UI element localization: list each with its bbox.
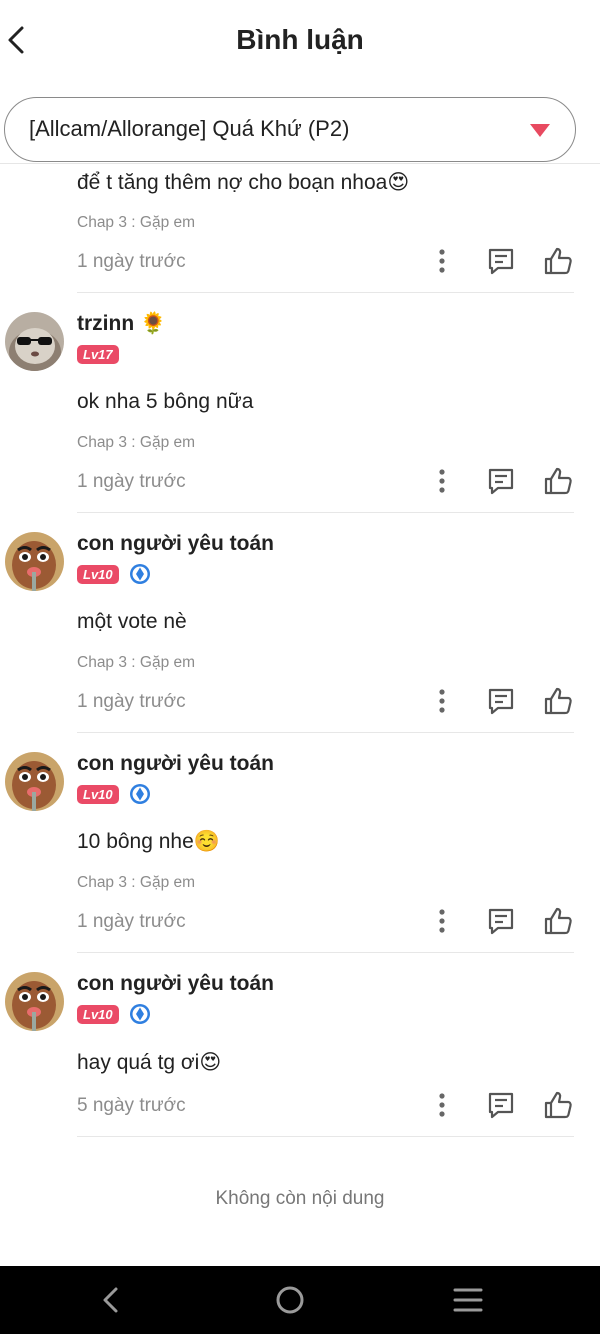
comment-chapter[interactable]: Chap 3 : Gặp em <box>77 214 195 232</box>
reply-button[interactable] <box>484 464 518 498</box>
comment-text: 10 bông nhe☺️ <box>77 830 220 853</box>
thumbs-up-icon <box>544 687 572 715</box>
end-of-list-message: Không còn nội dung <box>215 1188 385 1209</box>
more-vertical-icon <box>439 1093 445 1117</box>
comment-divider <box>77 292 574 293</box>
comment-time: 5 ngày trước <box>77 1095 186 1116</box>
like-button[interactable] <box>541 904 575 938</box>
more-button[interactable] <box>425 244 459 278</box>
avatar[interactable] <box>5 312 64 371</box>
comment-text: để t tăng thêm nợ cho boạn nhoa😍 <box>77 171 410 194</box>
comment-username[interactable]: con người yêu toán <box>77 752 274 776</box>
cat-with-sunglasses-avatar <box>5 312 64 371</box>
comment-icon <box>488 688 514 715</box>
page-title: Bình luận <box>236 24 364 55</box>
thumbs-up-icon <box>544 1091 572 1119</box>
more-vertical-icon <box>439 469 445 493</box>
more-button[interactable] <box>425 904 459 938</box>
thumbs-up-icon <box>544 247 572 275</box>
comment-text: một vote nè <box>77 610 187 633</box>
top-bar: Bình luận <box>0 0 600 86</box>
user-badges: Lv10 <box>77 564 151 584</box>
nav-home-button[interactable] <box>270 1280 310 1320</box>
comment-icon <box>488 468 514 495</box>
comment-divider <box>77 952 574 953</box>
like-button[interactable] <box>541 684 575 718</box>
reply-button[interactable] <box>484 244 518 278</box>
comment-username[interactable]: trzinn 🌻 <box>77 312 166 336</box>
reply-button[interactable] <box>484 684 518 718</box>
system-nav-bar <box>0 1266 600 1334</box>
comment-time: 1 ngày trước <box>77 471 186 492</box>
reply-button[interactable] <box>484 904 518 938</box>
comment-icon <box>488 248 514 275</box>
divider <box>0 163 600 164</box>
comment-time: 1 ngày trước <box>77 911 186 932</box>
reply-button[interactable] <box>484 1088 518 1122</box>
comment-time: 1 ngày trước <box>77 691 186 712</box>
comment-username[interactable]: con người yêu toán <box>77 972 274 996</box>
more-button[interactable] <box>425 464 459 498</box>
comment-divider <box>77 732 574 733</box>
like-button[interactable] <box>541 464 575 498</box>
nav-menu-icon <box>453 1288 483 1312</box>
comment-text: ok nha 5 bông nữa <box>77 390 254 413</box>
comment-username[interactable]: con người yêu toán <box>77 532 274 556</box>
story-selector-dropdown[interactable]: [Allcam/Allorange] Quá Khứ (P2) <box>4 97 576 162</box>
thumbs-up-icon <box>544 467 572 495</box>
more-vertical-icon <box>439 909 445 933</box>
more-button[interactable] <box>425 684 459 718</box>
comment-chapter[interactable]: Chap 3 : Gặp em <box>77 434 195 452</box>
comment-icon <box>488 1092 514 1119</box>
avatar[interactable] <box>5 532 64 591</box>
nav-menu-button[interactable] <box>448 1280 488 1320</box>
level-badge: Lv10 <box>77 1004 119 1024</box>
level-badge: Lv10 <box>77 564 119 584</box>
user-badges: Lv10 <box>77 1004 151 1024</box>
comment-divider <box>77 512 574 513</box>
user-badges: Lv17 <box>77 344 119 364</box>
comment-divider <box>77 1136 574 1137</box>
level-badge: Lv17 <box>77 344 119 364</box>
comment-text: hay quá tg ơi😍 <box>77 1051 222 1074</box>
avatar[interactable] <box>5 752 64 811</box>
cartoon-face-avatar <box>5 752 64 811</box>
more-vertical-icon <box>439 249 445 273</box>
comment-time: 1 ngày trước <box>77 251 186 272</box>
comment-chapter[interactable]: Chap 3 : Gặp em <box>77 874 195 892</box>
dropdown-triangle-icon <box>530 124 550 137</box>
nav-back-button[interactable] <box>91 1280 131 1320</box>
cartoon-face-avatar <box>5 532 64 591</box>
selected-story-label: [Allcam/Allorange] Quá Khứ (P2) <box>29 116 350 141</box>
verified-gem-icon <box>129 564 150 584</box>
like-button[interactable] <box>541 1088 575 1122</box>
nav-home-icon <box>276 1286 304 1314</box>
verified-gem-icon <box>129 1004 150 1024</box>
nav-back-icon <box>103 1287 118 1313</box>
thumbs-up-icon <box>544 907 572 935</box>
avatar[interactable] <box>5 972 64 1031</box>
comment-icon <box>488 908 514 935</box>
more-vertical-icon <box>439 689 445 713</box>
level-badge: Lv10 <box>77 784 119 804</box>
comment-chapter[interactable]: Chap 3 : Gặp em <box>77 654 195 672</box>
more-button[interactable] <box>425 1088 459 1122</box>
like-button[interactable] <box>541 244 575 278</box>
verified-gem-icon <box>129 784 150 804</box>
user-badges: Lv10 <box>77 784 151 804</box>
cartoon-face-avatar <box>5 972 64 1031</box>
